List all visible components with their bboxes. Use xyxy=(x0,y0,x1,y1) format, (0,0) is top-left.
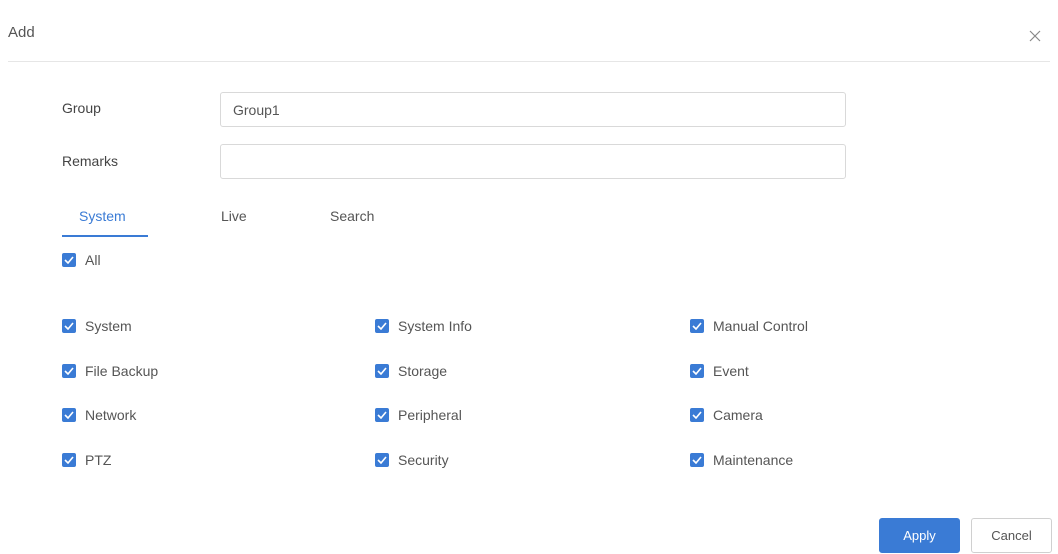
checkbox-label: PTZ xyxy=(85,452,112,468)
close-icon[interactable] xyxy=(1022,23,1048,49)
dialog-title: Add xyxy=(8,24,35,41)
checkbox-label: Manual Control xyxy=(713,318,808,334)
group-input[interactable] xyxy=(220,92,846,127)
check-icon xyxy=(690,319,704,333)
checkbox-label: Event xyxy=(713,363,749,379)
checkbox-peripheral[interactable]: Peripheral xyxy=(375,407,462,423)
check-icon xyxy=(690,364,704,378)
check-icon xyxy=(62,319,76,333)
apply-button[interactable]: Apply xyxy=(879,518,960,553)
checkbox-label: Maintenance xyxy=(713,452,794,468)
checkbox-manual-control[interactable]: Manual Control xyxy=(690,318,808,334)
checkbox-all[interactable]: All xyxy=(62,252,101,268)
header-divider xyxy=(8,61,1050,62)
check-icon xyxy=(375,319,389,333)
checkbox-label: Peripheral xyxy=(398,407,462,423)
check-icon xyxy=(690,408,704,422)
tab-system[interactable]: System xyxy=(79,208,126,224)
checkbox-label: Camera xyxy=(713,407,763,423)
check-icon xyxy=(375,408,389,422)
cancel-button[interactable]: Cancel xyxy=(971,518,1052,553)
group-label: Group xyxy=(62,100,101,116)
check-icon xyxy=(62,408,76,422)
checkbox-system[interactable]: System xyxy=(62,318,132,334)
checkbox-label: Network xyxy=(85,407,137,423)
checkbox-label: All xyxy=(85,252,101,268)
checkbox-ptz[interactable]: PTZ xyxy=(62,452,111,468)
checkbox-label: System Info xyxy=(398,318,472,334)
checkbox-storage[interactable]: Storage xyxy=(375,363,447,379)
checkbox-label: File Backup xyxy=(85,363,159,379)
active-tab-indicator xyxy=(62,235,148,237)
check-icon xyxy=(375,364,389,378)
tab-live[interactable]: Live xyxy=(221,208,247,224)
checkbox-security[interactable]: Security xyxy=(375,452,449,468)
checkbox-camera[interactable]: Camera xyxy=(690,407,763,423)
checkbox-label: System xyxy=(85,318,132,334)
checkbox-system-info[interactable]: System Info xyxy=(375,318,472,334)
checkbox-file-backup[interactable]: File Backup xyxy=(62,363,158,379)
checkbox-label: Security xyxy=(398,452,449,468)
tab-search[interactable]: Search xyxy=(330,208,374,224)
remarks-label: Remarks xyxy=(62,153,119,169)
check-icon xyxy=(375,453,389,467)
check-icon xyxy=(62,253,76,267)
check-icon xyxy=(62,364,76,378)
checkbox-network[interactable]: Network xyxy=(62,407,136,423)
check-icon xyxy=(62,453,76,467)
remarks-input[interactable] xyxy=(220,144,846,179)
check-icon xyxy=(690,453,704,467)
checkbox-maintenance[interactable]: Maintenance xyxy=(690,452,793,468)
checkbox-label: Storage xyxy=(398,363,448,379)
checkbox-event[interactable]: Event xyxy=(690,363,749,379)
